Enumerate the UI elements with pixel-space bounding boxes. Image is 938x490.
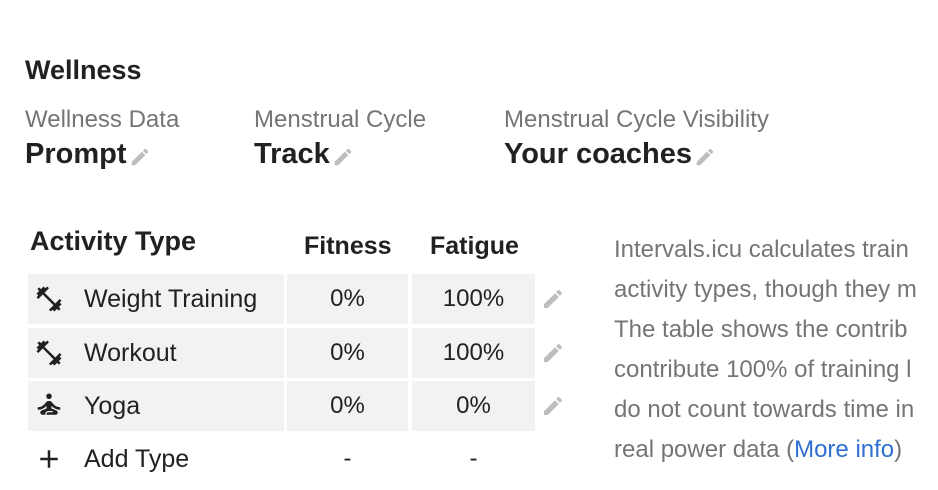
menstrual-cycle-label: Menstrual Cycle — [254, 106, 427, 133]
weight-training-icon — [34, 338, 64, 368]
activity-type-label: Weight Training — [84, 284, 258, 313]
pencil-icon[interactable] — [694, 146, 716, 168]
activity-type-label: Workout — [84, 338, 177, 367]
description-line: activity types, though they m — [614, 276, 917, 303]
weight-training-icon — [34, 284, 64, 314]
description-line: do not count towards time in — [614, 396, 915, 423]
menstrual-cycle-field: Menstrual Cycle Track — [254, 106, 426, 171]
add-fatigue-placeholder: - — [469, 445, 478, 472]
wellness-data-value[interactable]: Prompt — [25, 138, 127, 171]
description-text: Intervals.icu calculates train activity … — [614, 230, 938, 470]
fatigue-cell[interactable]: 100% — [412, 274, 535, 324]
fitness-cell[interactable]: 0% — [287, 381, 408, 431]
fitness-cell[interactable]: 0% — [287, 328, 408, 378]
more-info-link[interactable]: More info — [794, 436, 894, 463]
pencil-icon[interactable] — [541, 394, 565, 418]
fatigue-header: Fatigue — [430, 232, 519, 260]
menstrual-cycle-visibility-field: Menstrual Cycle Visibility Your coaches — [504, 106, 769, 171]
wellness-data-label: Wellness Data — [25, 106, 180, 133]
menstrual-cycle-visibility-value[interactable]: Your coaches — [504, 138, 692, 171]
wellness-data-field: Wellness Data Prompt — [25, 106, 179, 171]
pencil-icon[interactable] — [541, 341, 565, 365]
fitness-header: Fitness — [304, 232, 392, 260]
pencil-icon[interactable] — [332, 146, 354, 168]
description-last-line: real power data (More info) — [614, 430, 938, 470]
fatigue-cell[interactable]: 0% — [412, 381, 535, 431]
activity-type-cell[interactable]: Weight Training — [28, 274, 284, 324]
menstrual-cycle-visibility-label: Menstrual Cycle Visibility — [504, 106, 769, 133]
description-line-suffix: ) — [894, 436, 903, 463]
section-title: Wellness — [25, 55, 142, 85]
fatigue-cell[interactable]: 100% — [412, 328, 535, 378]
activity-type-header: Activity Type — [30, 226, 197, 256]
add-type-button[interactable]: Add Type — [28, 434, 284, 484]
activity-type-cell[interactable]: Workout — [28, 328, 284, 378]
description-line: contribute 100% of training l — [614, 356, 912, 383]
yoga-icon — [34, 391, 64, 421]
plus-icon — [34, 444, 64, 474]
wellness-data-value-row[interactable]: Prompt — [25, 138, 179, 171]
menstrual-cycle-value[interactable]: Track — [254, 138, 330, 171]
add-fitness-placeholder: - — [343, 445, 352, 472]
pencil-icon[interactable] — [541, 287, 565, 311]
description-line: Intervals.icu calculates train — [614, 236, 909, 263]
activity-type-label: Yoga — [84, 391, 141, 420]
menstrual-cycle-value-row[interactable]: Track — [254, 138, 426, 171]
description-line-prefix: real power data ( — [614, 436, 795, 463]
menstrual-cycle-visibility-value-row[interactable]: Your coaches — [504, 138, 769, 171]
fitness-cell[interactable]: 0% — [287, 274, 408, 324]
description-line: The table shows the contrib — [614, 316, 908, 343]
activity-type-cell[interactable]: Yoga — [28, 381, 284, 431]
add-type-label: Add Type — [84, 444, 190, 473]
pencil-icon[interactable] — [129, 146, 151, 168]
